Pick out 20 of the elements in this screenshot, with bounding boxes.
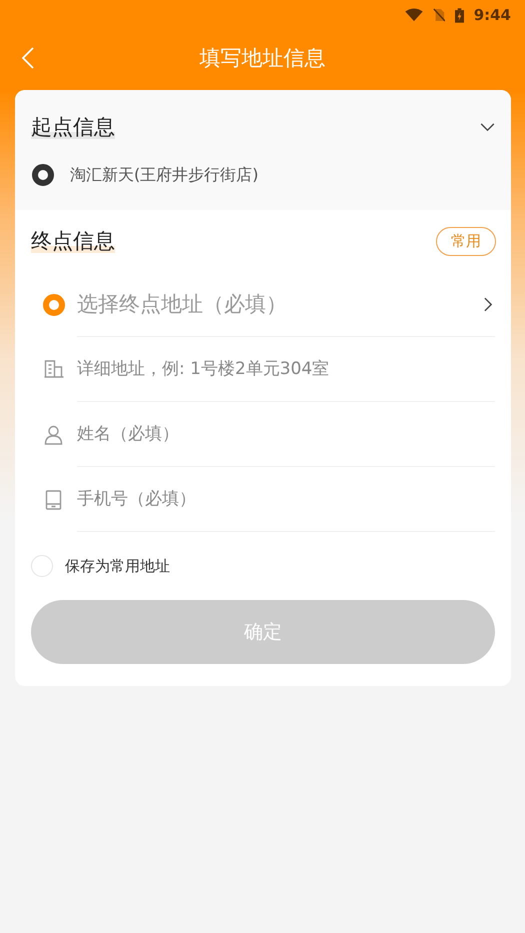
page-title: 填写地址信息 [198, 45, 326, 72]
wifi-icon [404, 8, 423, 22]
chevron-down-icon [480, 122, 495, 132]
start-address: 淘汇新天(王府井步行街店) [70, 164, 258, 186]
chevron-right-icon [484, 296, 493, 312]
input-field[interactable]: 详细地址，例: 1号楼2单元304室 [77, 338, 495, 402]
origin-marker-icon [32, 164, 54, 186]
input-field[interactable]: 姓名（必填） [77, 402, 495, 466]
select-placeholder: 选择终点地址（必填） [77, 291, 287, 318]
back-icon [22, 47, 34, 69]
address-selector[interactable]: 选择终点地址（必填） [77, 272, 495, 336]
no-sim-icon [432, 8, 445, 22]
input-field[interactable]: 手机号（必填） [77, 468, 495, 532]
status-time: 9:44 [474, 6, 511, 24]
back-button[interactable] [22, 47, 34, 69]
checkbox-label: 保存为常用地址 [65, 556, 170, 576]
checkbox[interactable] [31, 555, 53, 577]
section-heading: 终点信息 [31, 228, 115, 254]
frequent-address-button[interactable]: 常用 [436, 226, 496, 256]
section-heading: 起点信息 [31, 114, 115, 140]
